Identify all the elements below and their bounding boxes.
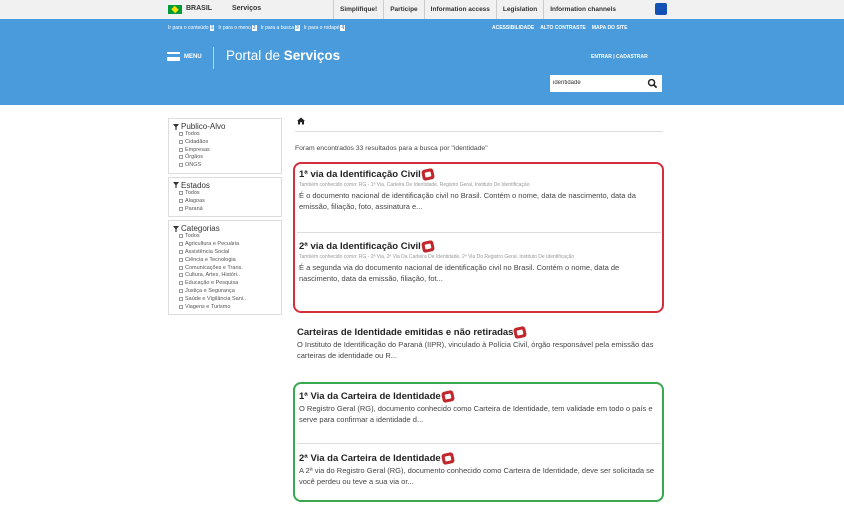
skip-to-footer-link[interactable]: Ir para o rodapé 4 xyxy=(304,25,346,31)
filter-option[interactable]: Paraná xyxy=(173,206,277,214)
service-badge-icon xyxy=(440,451,455,466)
login-register-link[interactable]: ENTRAR | CADASTRAR xyxy=(591,54,648,60)
result-description: O Instituto de Identificação do Paraná (… xyxy=(297,340,654,360)
funnel-icon xyxy=(173,225,179,232)
result-item: 2ª Via da Carteira de Identidade A 2ª vi… xyxy=(299,451,661,487)
result-title[interactable]: 1ª Via da Carteira de Identidade xyxy=(299,389,661,404)
accessibility-link[interactable]: ACESSIBILIDADE xyxy=(492,25,534,31)
menu-button[interactable]: MENU xyxy=(167,52,202,61)
filter-option[interactable]: Órgãos xyxy=(173,154,277,162)
results-count: Foram encontrados 33 resultados para a b… xyxy=(295,145,488,152)
result-title[interactable]: 2ª via da Identificação Civil xyxy=(299,239,661,254)
portal-header: Ir para o conteúdo 1 Ir para o menu 2 Ir p… xyxy=(0,19,844,105)
filter-title: Categorias xyxy=(173,224,277,233)
service-badge-icon xyxy=(513,325,528,340)
filter-option[interactable]: Cidadãos xyxy=(173,139,277,147)
filter-option[interactable]: Todos xyxy=(173,233,277,241)
search-icon[interactable] xyxy=(647,78,658,89)
result-item: 2ª via da Identificação Civil Também con… xyxy=(299,239,661,284)
gov-link-legislation[interactable]: Legislation xyxy=(495,0,543,19)
result-divider xyxy=(297,232,661,233)
result-title[interactable]: 2ª Via da Carteira de Identidade xyxy=(299,451,661,466)
filter-option[interactable]: Comunicações e Trans. xyxy=(173,265,277,273)
result-item: 1ª Via da Carteira de Identidade O Regis… xyxy=(299,389,661,425)
brazil-flag-icon[interactable] xyxy=(168,5,182,14)
filter-option[interactable]: Todos xyxy=(173,131,277,139)
filter-title: Publico-Alvo xyxy=(173,122,277,131)
service-badge-icon xyxy=(420,167,435,182)
filter-option[interactable]: Agricultura e Pecuária xyxy=(173,241,277,249)
filter-group-publico-alvo: Publico-Alvo Todos Cidadãos Empresas Órg… xyxy=(168,118,282,174)
filter-option[interactable]: Justiça e Segurança xyxy=(173,288,277,296)
skip-links: Ir para o conteúdo 1 Ir para o menu 2 Ir p… xyxy=(168,25,346,31)
result-divider xyxy=(297,443,661,444)
home-icon[interactable] xyxy=(297,117,305,125)
service-badge-icon xyxy=(420,239,435,254)
result-item: Carteiras de Identidade emitidas e não r… xyxy=(297,325,659,361)
gov-links: Simplifique! Participe Information acces… xyxy=(333,0,622,19)
result-also-known-as: Também conhecido como: RG - 1ª Via, Cart… xyxy=(299,182,530,188)
result-title[interactable]: 1ª via da Identificação Civil xyxy=(299,167,661,182)
filter-option[interactable]: Cultura, Artes, Históri.. xyxy=(173,272,277,280)
gov-link-information-channels[interactable]: Information channels xyxy=(543,0,622,19)
filter-sidebar: Publico-Alvo Todos Cidadãos Empresas Órg… xyxy=(168,118,282,318)
filter-option[interactable]: Viagens e Turismo xyxy=(173,304,277,312)
filter-option[interactable]: Ciência e Tecnologia xyxy=(173,257,277,265)
skip-to-menu-link[interactable]: Ir para o menu 2 xyxy=(218,25,257,31)
result-item: 1ª via da Identificação Civil Também con… xyxy=(299,167,661,212)
menu-label: MENU xyxy=(184,53,202,60)
filter-option[interactable]: Assistência Social xyxy=(173,249,277,257)
filter-option[interactable]: Educação e Pesquisa xyxy=(173,280,277,288)
breadcrumb-divider xyxy=(295,131,663,132)
site-map-link[interactable]: MAPA DO SITE xyxy=(592,25,628,31)
filter-option[interactable]: Alagoas xyxy=(173,198,277,206)
filter-option[interactable]: Todos xyxy=(173,190,277,198)
result-description: O Registro Geral (RG), documento conheci… xyxy=(299,404,653,424)
filter-group-categorias: Categorias Todos Agricultura e Pecuária … xyxy=(168,220,282,316)
filter-option[interactable]: ONGS xyxy=(173,162,277,170)
gov-link-participe[interactable]: Participe xyxy=(383,0,423,19)
filter-group-estados: Estados Todos Alagoas Paraná xyxy=(168,176,282,218)
services-link[interactable]: Serviços xyxy=(232,5,261,12)
high-contrast-link[interactable]: ALTO CONTRASTE xyxy=(540,25,586,31)
result-title[interactable]: Carteiras de Identidade emitidas e não r… xyxy=(297,325,659,340)
search-input[interactable] xyxy=(553,78,643,88)
search-box xyxy=(550,75,662,92)
result-also-known-as: Também conhecido como: RG - 2ª Via, 2ª V… xyxy=(299,254,575,260)
gov-link-simplifique[interactable]: Simplifique! xyxy=(333,0,383,19)
result-description: É a segunda via do documento nacional de… xyxy=(299,263,620,283)
filter-option[interactable]: Saúde e Vigilância Sani.. xyxy=(173,296,277,304)
portal-title[interactable]: Portal de Serviços xyxy=(226,48,340,63)
vlibras-icon[interactable] xyxy=(655,3,667,15)
funnel-icon xyxy=(173,182,179,189)
funnel-icon xyxy=(173,123,179,130)
brasil-link[interactable]: BRASIL xyxy=(186,5,212,12)
gov-link-information-access[interactable]: Information access xyxy=(423,0,496,19)
skip-to-search-link[interactable]: Ir para a busca 3 xyxy=(261,25,300,31)
gov-top-bar: BRASIL Serviços Simplifique! Participe I… xyxy=(0,0,844,20)
skip-to-content-link[interactable]: Ir para o conteúdo 1 xyxy=(168,25,215,31)
result-description: A 2ª via do Registro Geral (RG), documen… xyxy=(299,466,655,486)
filter-title: Estados xyxy=(173,181,277,190)
service-badge-icon xyxy=(440,389,455,404)
header-divider xyxy=(213,47,214,69)
result-description: É o documento nacional de identificação … xyxy=(299,191,636,211)
accessibility-links: ACESSIBILIDADE ALTO CONTRASTE MAPA DO SI… xyxy=(492,25,627,31)
hamburger-icon xyxy=(167,52,180,61)
